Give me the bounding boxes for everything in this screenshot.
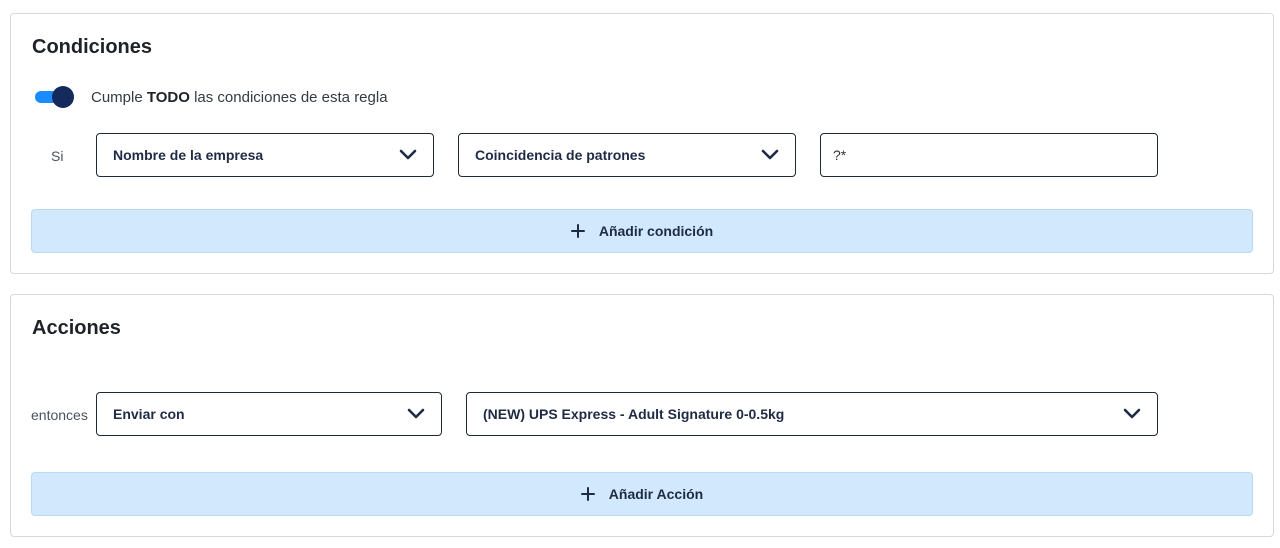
match-all-label-suffix: las condiciones de esta regla [189, 88, 388, 106]
condition-field-select[interactable]: Nombre de la empresa [96, 133, 434, 177]
condition-field-value: Nombre de la empresa [113, 147, 264, 163]
match-all-label-bold: TODO [146, 88, 190, 106]
condition-if-label: Si [51, 148, 64, 164]
conditions-title: Condiciones [32, 36, 153, 58]
plus-icon [580, 487, 595, 501]
add-condition-label: Añadir condición [598, 223, 714, 239]
conditions-panel: Condiciones Cumple TODO las condiciones … [10, 13, 1274, 274]
chevron-down-icon [407, 408, 425, 419]
condition-value-text: ?* [833, 147, 847, 163]
action-value-select[interactable]: (NEW) UPS Express - Adult Signature 0-0.… [466, 392, 1158, 436]
match-all-toggle-row: Cumple TODO las condiciones de esta regl… [35, 86, 388, 108]
chevron-down-icon [1123, 408, 1141, 419]
add-action-label: Añadir Acción [608, 486, 704, 502]
condition-value-input[interactable]: ?* [820, 133, 1158, 177]
chevron-down-icon [761, 149, 779, 160]
action-type-value: Enviar con [113, 406, 185, 422]
condition-operator-value: Coincidencia de patrones [475, 147, 646, 163]
match-all-toggle[interactable] [35, 86, 74, 108]
action-value-value: (NEW) UPS Express - Adult Signature 0-0.… [483, 406, 785, 422]
match-all-label-prefix: Cumple [91, 88, 147, 106]
chevron-down-icon [399, 149, 417, 160]
add-action-button[interactable]: Añadir Acción [31, 472, 1253, 516]
plus-icon [570, 224, 585, 238]
actions-title: Acciones [32, 317, 121, 339]
action-type-select[interactable]: Enviar con [96, 392, 442, 436]
add-condition-button[interactable]: Añadir condición [31, 209, 1253, 253]
condition-operator-select[interactable]: Coincidencia de patrones [458, 133, 796, 177]
actions-panel: Acciones entonces Enviar con (NEW) UPS E… [10, 294, 1274, 537]
toggle-knob [52, 86, 74, 108]
action-then-label: entonces [31, 407, 88, 423]
match-all-label: Cumple TODO las condiciones de esta regl… [91, 89, 388, 106]
